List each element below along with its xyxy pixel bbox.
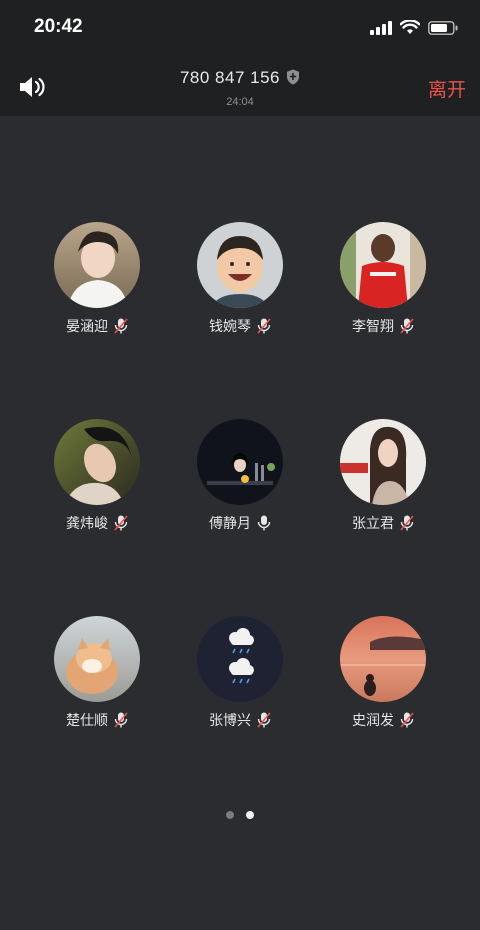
mic-muted-icon — [114, 318, 128, 334]
meeting-id: 780 847 156 — [0, 68, 480, 88]
avatar — [54, 616, 140, 702]
participant-tile[interactable]: 史润发 — [323, 616, 443, 730]
participant-name: 钱婉琴 — [209, 319, 251, 335]
mic-muted-icon — [114, 515, 128, 531]
mic-icon — [257, 515, 271, 531]
leave-button[interactable]: 离开 — [428, 75, 466, 102]
wifi-icon — [400, 20, 420, 34]
mic-muted-icon — [400, 515, 414, 531]
avatar — [197, 419, 283, 505]
avatar — [54, 419, 140, 505]
page-indicator — [0, 811, 480, 819]
signal-icon — [370, 20, 392, 35]
page-dot-2[interactable] — [246, 811, 254, 819]
status-bar: 20:42 — [0, 0, 480, 56]
participant-name: 傅静月 — [209, 516, 251, 532]
shield-icon — [287, 69, 300, 85]
participant-name: 晏涵迎 — [66, 319, 108, 335]
participant-name: 张博兴 — [209, 713, 251, 729]
avatar — [54, 222, 140, 308]
avatar — [340, 419, 426, 505]
mic-muted-icon — [257, 712, 271, 728]
status-icons — [370, 20, 458, 35]
mic-muted-icon — [257, 318, 271, 334]
participant-name: 李智翔 — [352, 319, 394, 335]
participant-tile[interactable]: 张立君 — [323, 419, 443, 533]
mic-muted-icon — [114, 712, 128, 728]
avatar — [340, 616, 426, 702]
participant-name: 史润发 — [352, 713, 394, 729]
avatar — [340, 222, 426, 308]
page-dot-1[interactable] — [226, 811, 234, 819]
participant-tile[interactable]: 李智翔 — [323, 222, 443, 336]
battery-icon — [428, 20, 458, 35]
participant-tile[interactable]: 钱婉琴 — [180, 222, 300, 336]
participant-tile[interactable]: 晏涵迎 — [37, 222, 157, 336]
status-time: 20:42 — [34, 16, 83, 37]
meeting-duration: 24:04 — [226, 96, 254, 108]
meeting-id-text: 780 847 156 — [179, 68, 281, 87]
participant-tile[interactable]: 龚炜峻 — [37, 419, 157, 533]
participant-tile[interactable]: 张博兴 — [180, 616, 300, 730]
participant-name: 龚炜峻 — [66, 516, 108, 532]
mic-muted-icon — [400, 318, 414, 334]
participant-name: 楚仕顺 — [66, 713, 108, 729]
meeting-header: 780 847 156 24:04 离开 — [0, 56, 480, 116]
avatar — [197, 222, 283, 308]
avatar — [197, 616, 283, 702]
participant-tile[interactable]: 楚仕顺 — [37, 616, 157, 730]
participant-name: 张立君 — [352, 516, 394, 532]
mic-muted-icon — [400, 712, 414, 728]
participant-tile[interactable]: 傅静月 — [180, 419, 300, 533]
